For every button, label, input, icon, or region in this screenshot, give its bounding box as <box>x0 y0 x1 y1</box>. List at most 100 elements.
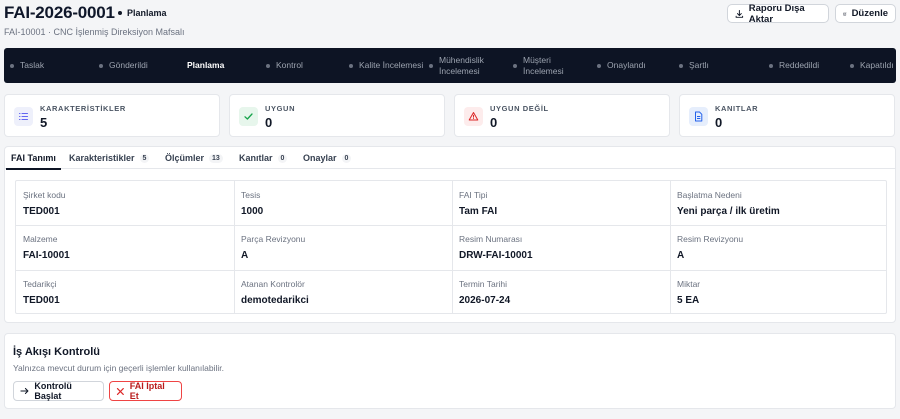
tab-count-badge: 0 <box>341 153 352 163</box>
export-report-label: Raporu Dışa Aktar <box>748 2 805 25</box>
field-label: Malzeme <box>23 234 58 244</box>
field-part-revision: Parça Revizyonu A <box>234 225 452 270</box>
field-label: Resim Numarası <box>459 234 523 244</box>
step-label: Kapatıldı <box>860 60 894 70</box>
field-value: A <box>241 250 249 261</box>
field-label: Resim Revizyonu <box>677 234 744 244</box>
field-company-code: Şirket kodu TED001 <box>16 181 234 225</box>
edit-icon <box>843 11 847 15</box>
step-reddedildi: Reddedildi <box>769 48 819 83</box>
tab-label: Kanıtlar <box>239 153 273 163</box>
start-inspection-button[interactable]: Kontrolü Başlat <box>13 381 104 401</box>
step-label: Müşteri İncelemesi <box>523 54 564 76</box>
page-subtitle: FAI-10001 · CNC İşlenmiş Direksiyon Mafs… <box>4 27 185 37</box>
field-label: Tedarikçi <box>23 279 57 289</box>
step-dot-icon <box>679 63 683 68</box>
field-value: TED001 <box>23 206 60 217</box>
tab-measurements[interactable]: Ölçümler 13 <box>165 147 223 169</box>
step-dot-icon <box>769 63 773 68</box>
arrow-right-icon <box>20 387 29 395</box>
fai-detail-panel: FAI Tanımı Karakteristikler 5 Ölçümler 1… <box>4 146 896 323</box>
export-report-button[interactable]: Raporu Dışa Aktar <box>727 2 829 25</box>
summary-label: KARAKTERİSTİKLER <box>40 104 126 113</box>
step-kapatildi: Kapatıldı <box>850 48 894 83</box>
close-icon <box>116 387 124 395</box>
summary-value: 0 <box>490 115 498 130</box>
field-label: FAI Tipi <box>459 190 488 200</box>
field-plant: Tesis 1000 <box>234 181 452 225</box>
step-label: Reddedildi <box>779 60 820 70</box>
field-value: Tam FAI <box>459 206 498 217</box>
tab-label: Karakteristikler <box>69 153 135 163</box>
field-label: Şirket kodu <box>23 190 66 200</box>
step-taslak: Taslak <box>10 48 44 83</box>
download-icon <box>735 9 744 18</box>
step-muhendislik-incelemesi: Mühendislik İncelemesi <box>429 48 503 83</box>
workflow-stepper: Taslak Gönderildi Planlama Kontrol Kalit… <box>4 48 896 83</box>
status-dot-icon <box>118 11 122 15</box>
tab-label: Onaylar <box>303 153 337 163</box>
field-value: FAI-10001 <box>23 250 70 261</box>
page-title: FAI-2026-0001 <box>4 3 115 22</box>
edit-button[interactable]: Düzenle <box>835 4 896 23</box>
step-dot-icon <box>349 63 353 68</box>
warning-icon <box>464 107 483 126</box>
step-kontrol: Kontrol <box>266 48 303 83</box>
field-label: Başlatma Nedeni <box>677 190 742 200</box>
step-dot-icon <box>429 63 433 68</box>
summary-value: 5 <box>40 115 48 130</box>
status-label: Planlama <box>127 8 167 18</box>
document-icon <box>689 107 708 126</box>
summary-label: KANITLAR <box>715 104 759 113</box>
step-label: Kontrol <box>276 60 303 70</box>
workflow-control-description: Yalnızca mevcut durum için geçerli işlem… <box>13 363 225 373</box>
field-assigned-inspector: Atanan Kontrolör demotedarikci <box>234 270 452 314</box>
status-badge: Planlama <box>118 8 167 18</box>
summary-label: UYGUN DEĞİL <box>490 104 549 113</box>
field-value: demotedarikci <box>241 295 309 306</box>
step-label: Gönderildi <box>109 60 148 70</box>
summary-card-pass: UYGUN 0 <box>229 94 445 137</box>
tab-characteristics[interactable]: Karakteristikler 5 <box>69 147 150 169</box>
cancel-fai-button[interactable]: FAI İptal Et <box>109 381 182 401</box>
start-inspection-label: Kontrolü Başlat <box>34 381 72 401</box>
field-value: 1000 <box>241 206 264 217</box>
step-label: Şartlı <box>689 60 709 70</box>
field-supplier: Tedarikçi TED001 <box>16 270 234 314</box>
tab-fai-definition[interactable]: FAI Tanımı <box>6 147 61 170</box>
field-label: Atanan Kontrolör <box>241 279 305 289</box>
tab-bar: FAI Tanımı Karakteristikler 5 Ölçümler 1… <box>5 147 895 170</box>
tab-approvals[interactable]: Onaylar 0 <box>303 147 352 169</box>
step-musteri-incelemesi: Müşteri İncelemesi <box>513 48 573 83</box>
field-quantity: Miktar 5 EA <box>670 270 888 314</box>
step-dot-icon <box>99 63 103 68</box>
summary-value: 0 <box>715 115 723 130</box>
summary-value: 0 <box>265 115 273 130</box>
summary-card-fail: UYGUN DEĞİL 0 <box>454 94 670 137</box>
field-initiation-reason: Başlatma Nedeni Yeni parça / ilk üretim <box>670 181 888 225</box>
tab-evidence[interactable]: Kanıtlar 0 <box>239 147 288 169</box>
step-label: Planlama <box>187 60 225 70</box>
field-value: TED001 <box>23 295 60 306</box>
step-label: Kalite İncelemesi <box>359 60 424 70</box>
field-fai-type: FAI Tipi Tam FAI <box>452 181 670 225</box>
page-header: FAI-2026-0001 Planlama FAI-10001 · CNC İ… <box>0 0 900 46</box>
workflow-control-panel: İş Akışı Kontrolü Yalnızca mevcut durum … <box>4 333 896 409</box>
step-gonderildi: Gönderildi <box>99 48 148 83</box>
step-dot-icon <box>597 63 601 68</box>
field-material: Malzeme FAI-10001 <box>16 225 234 270</box>
summary-label: UYGUN <box>265 104 296 113</box>
tab-count-badge: 5 <box>139 153 150 163</box>
cancel-fai-label: FAI İptal Et <box>129 381 165 401</box>
field-label: Parça Revizyonu <box>241 234 306 244</box>
tab-label: Ölçümler <box>165 153 205 163</box>
field-value: DRW-FAI-10001 <box>459 250 533 261</box>
field-value: Yeni parça / ilk üretim <box>677 206 780 217</box>
step-dot-icon <box>10 63 14 68</box>
field-label: Tesis <box>241 190 261 200</box>
tab-label: FAI Tanımı <box>11 153 56 163</box>
tab-count-badge: 13 <box>209 153 223 163</box>
step-planlama: Planlama <box>187 48 224 83</box>
step-label: Mühendislik İncelemesi <box>439 54 484 76</box>
fai-definition-grid: Şirket kodu TED001 Tesis 1000 FAI Tipi T… <box>15 180 887 314</box>
